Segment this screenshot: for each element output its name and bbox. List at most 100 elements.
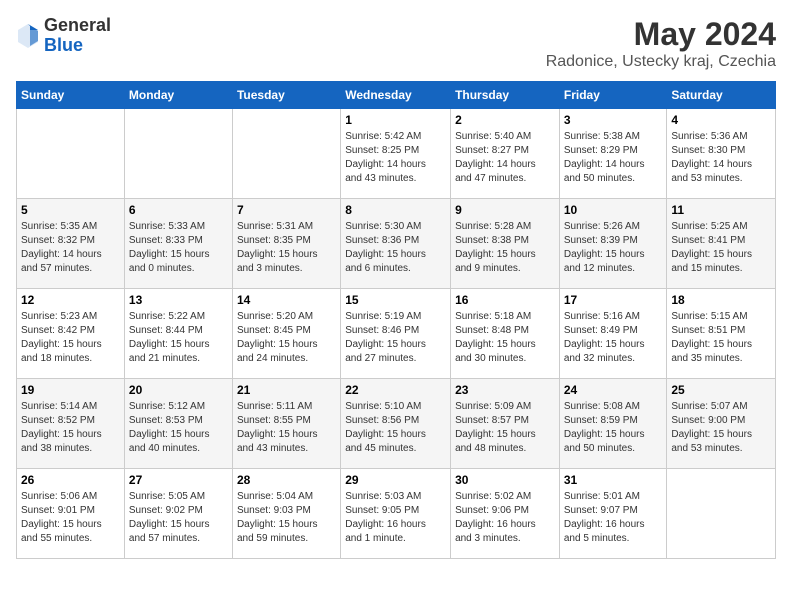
weekday-header-saturday: Saturday bbox=[667, 82, 776, 109]
logo-icon bbox=[16, 22, 40, 50]
day-number: 26 bbox=[21, 473, 120, 487]
calendar-cell: 14 Sunrise: 5:20 AM Sunset: 8:45 PM Dayli… bbox=[232, 289, 340, 379]
logo: General Blue bbox=[16, 16, 111, 56]
day-number: 12 bbox=[21, 293, 120, 307]
day-number: 29 bbox=[345, 473, 446, 487]
day-number: 28 bbox=[237, 473, 336, 487]
calendar-cell: 6 Sunrise: 5:33 AM Sunset: 8:33 PM Daylig… bbox=[124, 199, 232, 289]
day-info: Sunrise: 5:35 AM Sunset: 8:32 PM Dayligh… bbox=[21, 220, 120, 276]
calendar-cell: 19 Sunrise: 5:14 AM Sunset: 8:52 PM Dayli… bbox=[17, 379, 125, 469]
day-number: 17 bbox=[564, 293, 663, 307]
day-info: Sunrise: 5:40 AM Sunset: 8:27 PM Dayligh… bbox=[455, 130, 555, 186]
day-info: Sunrise: 5:30 AM Sunset: 8:36 PM Dayligh… bbox=[345, 220, 446, 276]
day-info: Sunrise: 5:26 AM Sunset: 8:39 PM Dayligh… bbox=[564, 220, 663, 276]
logo-text: General Blue bbox=[44, 16, 111, 56]
weekday-header-friday: Friday bbox=[559, 82, 667, 109]
day-info: Sunrise: 5:10 AM Sunset: 8:56 PM Dayligh… bbox=[345, 400, 446, 456]
day-info: Sunrise: 5:09 AM Sunset: 8:57 PM Dayligh… bbox=[455, 400, 555, 456]
day-info: Sunrise: 5:31 AM Sunset: 8:35 PM Dayligh… bbox=[237, 220, 336, 276]
day-info: Sunrise: 5:16 AM Sunset: 8:49 PM Dayligh… bbox=[564, 310, 663, 366]
day-info: Sunrise: 5:11 AM Sunset: 8:55 PM Dayligh… bbox=[237, 400, 336, 456]
calendar-cell: 29Sunrise: 5:03 AM Sunset: 9:05 PM Dayli… bbox=[341, 469, 451, 559]
day-info: Sunrise: 5:22 AM Sunset: 8:44 PM Dayligh… bbox=[129, 310, 228, 366]
day-info: Sunrise: 5:08 AM Sunset: 8:59 PM Dayligh… bbox=[564, 400, 663, 456]
calendar-cell: 11 Sunrise: 5:25 AM Sunset: 8:41 PM Dayli… bbox=[667, 199, 776, 289]
calendar-cell: 15Sunrise: 5:19 AM Sunset: 8:46 PM Dayli… bbox=[341, 289, 451, 379]
calendar-cell: 25Sunrise: 5:07 AM Sunset: 9:00 PM Dayli… bbox=[667, 379, 776, 469]
calendar-cell: 27 Sunrise: 5:05 AM Sunset: 9:02 PM Dayli… bbox=[124, 469, 232, 559]
day-info: Sunrise: 5:14 AM Sunset: 8:52 PM Dayligh… bbox=[21, 400, 120, 456]
calendar-cell: 17 Sunrise: 5:16 AM Sunset: 8:49 PM Dayli… bbox=[559, 289, 667, 379]
day-number: 8 bbox=[345, 203, 446, 217]
calendar-cell: 30 Sunrise: 5:02 AM Sunset: 9:06 PM Dayli… bbox=[451, 469, 560, 559]
day-number: 21 bbox=[237, 383, 336, 397]
day-number: 1 bbox=[345, 113, 446, 127]
day-number: 30 bbox=[455, 473, 555, 487]
day-number: 19 bbox=[21, 383, 120, 397]
day-info: Sunrise: 5:05 AM Sunset: 9:02 PM Dayligh… bbox=[129, 490, 228, 546]
calendar-cell: 2 Sunrise: 5:40 AM Sunset: 8:27 PM Daylig… bbox=[451, 109, 560, 199]
calendar-cell: 16 Sunrise: 5:18 AM Sunset: 8:48 PM Dayli… bbox=[451, 289, 560, 379]
calendar-cell: 9Sunrise: 5:28 AM Sunset: 8:38 PM Daylig… bbox=[451, 199, 560, 289]
day-number: 15 bbox=[345, 293, 446, 307]
day-info: Sunrise: 5:15 AM Sunset: 8:51 PM Dayligh… bbox=[671, 310, 771, 366]
day-info: Sunrise: 5:33 AM Sunset: 8:33 PM Dayligh… bbox=[129, 220, 228, 276]
weekday-header-wednesday: Wednesday bbox=[341, 82, 451, 109]
calendar-table: SundayMondayTuesdayWednesdayThursdayFrid… bbox=[16, 81, 776, 559]
day-info: Sunrise: 5:02 AM Sunset: 9:06 PM Dayligh… bbox=[455, 490, 555, 546]
day-info: Sunrise: 5:04 AM Sunset: 9:03 PM Dayligh… bbox=[237, 490, 336, 546]
day-number: 16 bbox=[455, 293, 555, 307]
calendar-cell: 21 Sunrise: 5:11 AM Sunset: 8:55 PM Dayli… bbox=[232, 379, 340, 469]
weekday-header-monday: Monday bbox=[124, 82, 232, 109]
calendar-cell: 28 Sunrise: 5:04 AM Sunset: 9:03 PM Dayli… bbox=[232, 469, 340, 559]
week-row-5: 26 Sunrise: 5:06 AM Sunset: 9:01 PM Dayli… bbox=[17, 469, 776, 559]
calendar-cell: 22Sunrise: 5:10 AM Sunset: 8:56 PM Dayli… bbox=[341, 379, 451, 469]
day-number: 2 bbox=[455, 113, 555, 127]
day-number: 24 bbox=[564, 383, 663, 397]
page-header: General Blue May 2024 Radonice, Ustecky … bbox=[16, 16, 776, 71]
day-info: Sunrise: 5:18 AM Sunset: 8:48 PM Dayligh… bbox=[455, 310, 555, 366]
day-number: 14 bbox=[237, 293, 336, 307]
calendar-cell bbox=[232, 109, 340, 199]
day-info: Sunrise: 5:20 AM Sunset: 8:45 PM Dayligh… bbox=[237, 310, 336, 366]
weekday-header-tuesday: Tuesday bbox=[232, 82, 340, 109]
weekday-header-sunday: Sunday bbox=[17, 82, 125, 109]
calendar-cell: 13Sunrise: 5:22 AM Sunset: 8:44 PM Dayli… bbox=[124, 289, 232, 379]
day-number: 7 bbox=[237, 203, 336, 217]
weekday-row: SundayMondayTuesdayWednesdayThursdayFrid… bbox=[17, 82, 776, 109]
calendar-header: SundayMondayTuesdayWednesdayThursdayFrid… bbox=[17, 82, 776, 109]
calendar-cell: 12 Sunrise: 5:23 AM Sunset: 8:42 PM Dayli… bbox=[17, 289, 125, 379]
day-info: Sunrise: 5:25 AM Sunset: 8:41 PM Dayligh… bbox=[671, 220, 771, 276]
day-info: Sunrise: 5:36 AM Sunset: 8:30 PM Dayligh… bbox=[671, 130, 771, 186]
week-row-4: 19 Sunrise: 5:14 AM Sunset: 8:52 PM Dayli… bbox=[17, 379, 776, 469]
week-row-3: 12 Sunrise: 5:23 AM Sunset: 8:42 PM Dayli… bbox=[17, 289, 776, 379]
calendar-cell: 10 Sunrise: 5:26 AM Sunset: 8:39 PM Dayli… bbox=[559, 199, 667, 289]
day-number: 23 bbox=[455, 383, 555, 397]
calendar-cell: 23 Sunrise: 5:09 AM Sunset: 8:57 PM Dayli… bbox=[451, 379, 560, 469]
calendar-cell bbox=[124, 109, 232, 199]
calendar-cell: 24 Sunrise: 5:08 AM Sunset: 8:59 PM Dayli… bbox=[559, 379, 667, 469]
day-info: Sunrise: 5:42 AM Sunset: 8:25 PM Dayligh… bbox=[345, 130, 446, 186]
day-info: Sunrise: 5:38 AM Sunset: 8:29 PM Dayligh… bbox=[564, 130, 663, 186]
logo-general: General bbox=[44, 16, 111, 36]
week-row-1: 1 Sunrise: 5:42 AM Sunset: 8:25 PM Daylig… bbox=[17, 109, 776, 199]
weekday-header-thursday: Thursday bbox=[451, 82, 560, 109]
day-number: 4 bbox=[671, 113, 771, 127]
day-number: 5 bbox=[21, 203, 120, 217]
day-info: Sunrise: 5:12 AM Sunset: 8:53 PM Dayligh… bbox=[129, 400, 228, 456]
calendar-cell: 5 Sunrise: 5:35 AM Sunset: 8:32 PM Daylig… bbox=[17, 199, 125, 289]
day-info: Sunrise: 5:06 AM Sunset: 9:01 PM Dayligh… bbox=[21, 490, 120, 546]
day-number: 25 bbox=[671, 383, 771, 397]
day-number: 9 bbox=[455, 203, 555, 217]
day-number: 6 bbox=[129, 203, 228, 217]
calendar-cell: 8 Sunrise: 5:30 AM Sunset: 8:36 PM Daylig… bbox=[341, 199, 451, 289]
day-number: 10 bbox=[564, 203, 663, 217]
day-number: 11 bbox=[671, 203, 771, 217]
day-info: Sunrise: 5:23 AM Sunset: 8:42 PM Dayligh… bbox=[21, 310, 120, 366]
calendar-cell: 18Sunrise: 5:15 AM Sunset: 8:51 PM Dayli… bbox=[667, 289, 776, 379]
day-number: 3 bbox=[564, 113, 663, 127]
month-year: May 2024 bbox=[546, 16, 776, 53]
day-number: 27 bbox=[129, 473, 228, 487]
day-number: 31 bbox=[564, 473, 663, 487]
calendar-cell: 26 Sunrise: 5:06 AM Sunset: 9:01 PM Dayli… bbox=[17, 469, 125, 559]
